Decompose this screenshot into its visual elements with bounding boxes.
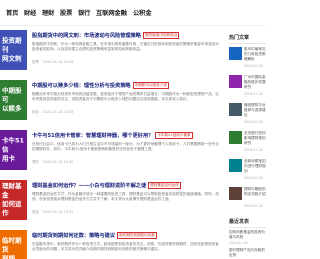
article-category[interactable]: 财经 — [32, 110, 39, 114]
article-date: 2024-01-16 14:06 — [42, 60, 74, 64]
article-thumbnail[interactable]: 临时期货 到期 — [0, 230, 27, 259]
sidebar-divider — [229, 227, 266, 228]
nav-home[interactable]: 首页 — [6, 8, 18, 17]
hot-article-thumbnail[interactable] — [229, 47, 242, 60]
article-title[interactable]: 股指期货中的网文刺：市场波动与风险管理策略 期货股指中的刺前台 — [32, 32, 222, 40]
article-meta: 理财 2024-01-16 13:40 — [32, 159, 222, 164]
recent-article-title[interactable]: 如何判断基金的投资价值与风险 — [229, 230, 266, 240]
hot-article-item[interactable]: 赚钱理财平台推荐与选择建议 2024-01-16 — [229, 103, 266, 129]
article-tag[interactable]: 理财基金如何运作 — [148, 182, 181, 189]
hot-article-title[interactable]: 赚钱理财平台推荐与选择建议 — [244, 103, 266, 118]
hot-article-item[interactable]: 理财中期股的购买流程介绍 2024-01-16 — [229, 187, 266, 213]
hot-article-item[interactable]: 全新余额宝如何进行理财规划 2024-01-16 — [229, 159, 266, 185]
article-summary: 在金融市场中，临时期货作为一种投资方式，越来越受到投资者的关注，然而，在临时期货… — [32, 242, 219, 252]
hot-article-date: 2024-01-16 — [244, 148, 263, 152]
article-item: 理财基金如何运作？——小白与理财进阶不解之谜 理财基金如何运作 理财基金的运作方式… — [32, 182, 222, 214]
hot-article-date: 2024-01-16 — [244, 64, 263, 68]
hot-article-title[interactable]: 全新余额宝如何进行理财规划 — [244, 159, 266, 174]
article-title[interactable]: 中期股可以赎多少钱：理性分析与投资策略 中期股可以赎多少钱 — [32, 82, 222, 90]
article-title[interactable]: 卡牛与51信用卡管家：智慧理财神器，哪个更好用？ 卡牛和51信用卡管家 — [32, 132, 222, 140]
nav-housing-fund[interactable]: 公积金 — [133, 8, 152, 17]
article-tag[interactable]: 卡牛和51信用卡管家 — [155, 132, 193, 139]
thumbnail-caption: 卡牛51信 用卡 — [2, 136, 25, 163]
thumbnail-caption: 中期股可 以赎多 — [2, 86, 22, 113]
hot-article-thumbnail[interactable] — [229, 103, 242, 116]
article-date: 2024-01-16 13:58 — [42, 110, 74, 114]
hot-article-date: 2024-01-16 — [244, 120, 263, 124]
thumbnail-caption: 理财基金 如何运作 — [2, 182, 22, 217]
article-date: 2024-01-16 13:40 — [42, 160, 74, 164]
hot-article-thumbnail[interactable] — [229, 159, 242, 172]
top-navigation: 首页 财经 理财 股票 银行 互联网金融 公积金 — [0, 0, 266, 26]
article-summary: 股指期货中的刺，作为一种特殊金融工具，在市场中具有重要作用，它通过分析指标和投资… — [32, 42, 219, 52]
article-summary: 在现代社会中，信用卡已成为人们日常生活中不可或缺的一部分，为了更好地管理个人信用… — [32, 142, 219, 152]
hot-article-title[interactable]: 股市中最常见的几种投资策略解析 — [244, 47, 266, 62]
nav-finance[interactable]: 财经 — [24, 8, 36, 17]
hot-article-title[interactable]: 理财中期股的购买流程介绍 — [244, 187, 266, 202]
article-item: 临时期货到期如何还款：策略与建议 临时期货到期如何还款 在金融市场中，临时期货作为… — [32, 232, 222, 257]
article-item: 股指期货中的网文刺：市场波动与风险管理策略 期货股指中的刺前台 股指期货中的刺，作… — [32, 32, 222, 64]
sidebar-divider — [229, 43, 266, 44]
article-tag[interactable]: 期货股指中的刺前台 — [142, 32, 180, 39]
article-category[interactable]: 股票 — [32, 60, 39, 64]
article-thumbnail[interactable]: 投资期刊 网文刺 — [0, 30, 27, 70]
article-item: 中期股可以赎多少钱：理性分析与投资策略 中期股可以赎多少钱 随着近年来中国大陆资本… — [32, 82, 222, 114]
article-summary: 随着近年来中国大陆资本市场的迅猛发展，投资者对于理财产品的需求日益增长，中期股作… — [32, 92, 219, 102]
article-meta: 基金 2024-01-16 13:22 — [32, 209, 222, 214]
thumbnail-caption: 投资期刊 网文刺 — [2, 36, 22, 63]
article-item: 卡牛与51信用卡管家：智慧理财神器，哪个更好用？ 卡牛和51信用卡管家 在现代社会… — [32, 132, 222, 164]
article-tag[interactable]: 中期股可以赎多少钱 — [132, 82, 169, 89]
article-title[interactable]: 理财基金如何运作？——小白与理财进阶不解之谜 理财基金如何运作 — [32, 182, 222, 190]
article-category[interactable]: 理财 — [32, 160, 39, 164]
hot-article-date: 2024-01-16 — [244, 176, 263, 180]
article-date: 2024-01-16 13:22 — [42, 210, 74, 214]
article-meta: 财经 2024-01-16 13:58 — [32, 109, 222, 114]
article-meta: 股票 2024-01-16 14:06 — [32, 59, 222, 64]
thumbnail-caption: 临时期货 到期 — [2, 236, 22, 259]
hot-articles-heading: 热门文章 — [229, 35, 250, 41]
article-thumbnail[interactable]: 中期股可 以赎多 — [0, 80, 27, 120]
recent-articles-heading: 最近发表 — [229, 219, 250, 225]
hot-article-item[interactable]: 广州市国际金融的稳步发展研究 2024-01-16 — [229, 75, 266, 101]
nav-internet-finance[interactable]: 互联网金融 — [96, 8, 127, 17]
nav-bank[interactable]: 银行 — [78, 8, 90, 17]
article-thumbnail[interactable]: 理财基金 如何运作 — [0, 180, 27, 220]
hot-article-thumbnail[interactable] — [229, 75, 242, 88]
article-title[interactable]: 临时期货到期如何还款：策略与建议 临时期货到期如何还款 — [32, 232, 222, 240]
hot-article-title[interactable]: 未来银行如何影响理财规划研究 — [244, 131, 266, 146]
article-summary: 理财基金的运作方式，作为金融市场中一种重要的投资工具，理财基金可以帮助投资者实现… — [32, 192, 219, 202]
nav-stocks[interactable]: 股票 — [60, 8, 72, 17]
hot-article-thumbnail[interactable] — [229, 187, 242, 200]
hot-article-title[interactable]: 广州市国际金融的稳步发展研究 — [244, 75, 266, 90]
hot-article-date: 2024-01-16 — [244, 204, 263, 208]
article-thumbnail[interactable]: 卡牛51信 用卡 — [0, 130, 27, 170]
recent-article-title[interactable]: 银行理财产品与存款的区别 — [229, 248, 266, 258]
article-category[interactable]: 基金 — [32, 210, 39, 214]
hot-article-item[interactable]: 未来银行如何影响理财规划研究 2024-01-16 — [229, 131, 266, 157]
hot-article-item[interactable]: 股市中最常见的几种投资策略解析 2024-01-16 — [229, 47, 266, 73]
hot-article-thumbnail[interactable] — [229, 131, 242, 144]
article-tag[interactable]: 临时期货到期如何还款 — [117, 232, 157, 239]
recent-article-date: 2024-01-16 — [229, 241, 248, 245]
hot-article-date: 2024-01-16 — [244, 92, 263, 96]
nav-wealth[interactable]: 理财 — [42, 8, 54, 17]
